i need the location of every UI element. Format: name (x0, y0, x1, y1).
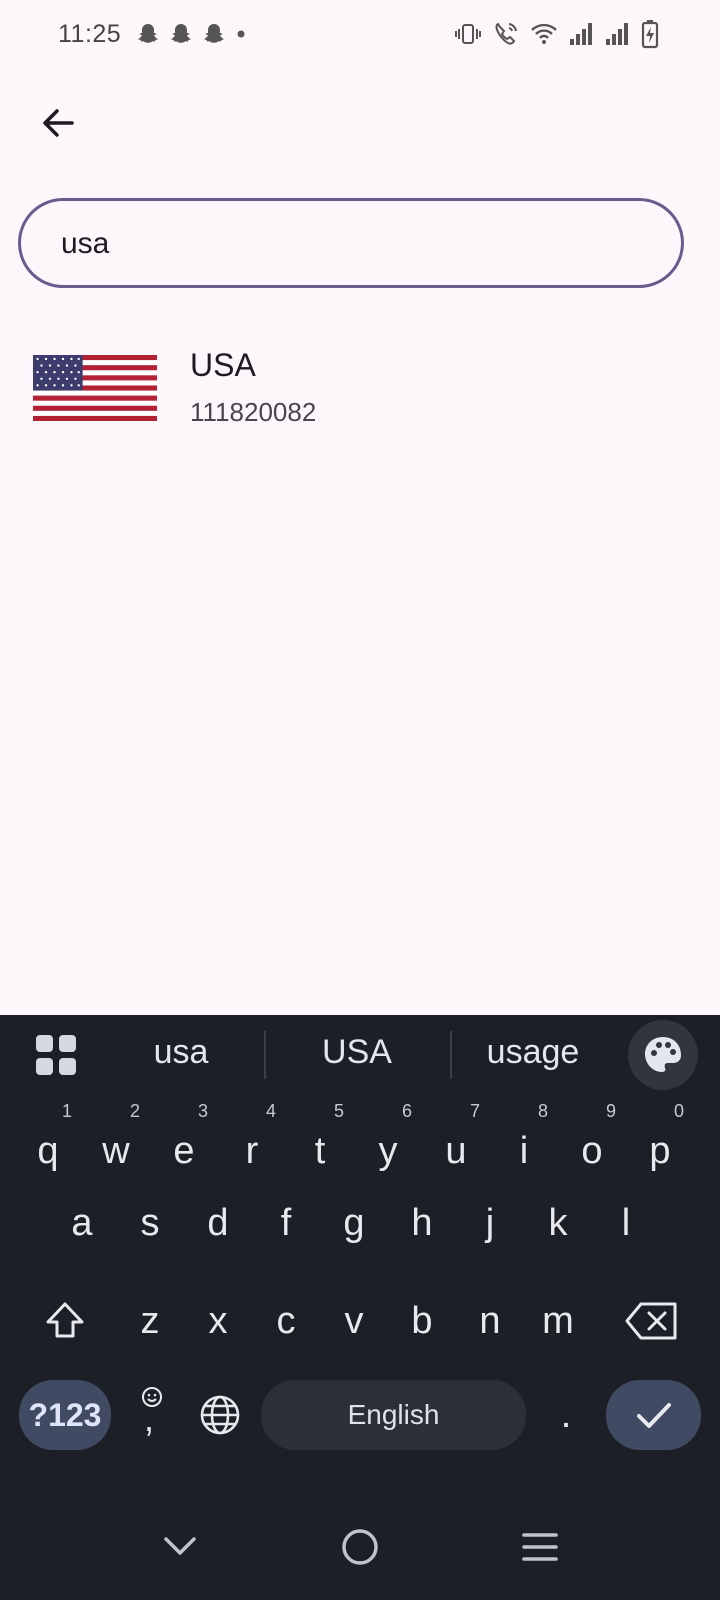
suggestion-3[interactable]: usage (448, 1033, 618, 1077)
key-x[interactable]: x (186, 1273, 250, 1369)
key-d[interactable]: d (186, 1175, 250, 1271)
key-h[interactable]: h (390, 1175, 454, 1271)
palette-icon (645, 1037, 681, 1072)
menu-icon (522, 1533, 558, 1561)
suggestion-2[interactable]: USA (272, 1033, 442, 1077)
key-hint: 1 (61, 1101, 72, 1121)
done-key[interactable] (606, 1380, 701, 1450)
key-label: t (314, 1129, 326, 1172)
key-hint: 4 (265, 1101, 276, 1121)
key-hint: 0 (673, 1101, 684, 1121)
key-f[interactable]: f (254, 1175, 318, 1271)
key-hint: 7 (469, 1101, 480, 1121)
key-label: y (378, 1129, 398, 1172)
key-a[interactable]: a (50, 1175, 114, 1271)
globe-icon (200, 1395, 240, 1435)
search-input[interactable] (59, 201, 643, 287)
signal-icon (570, 23, 592, 45)
symbols-key[interactable]: ?123 (19, 1380, 111, 1450)
space-key[interactable]: English (261, 1380, 526, 1450)
wifi-icon (531, 23, 557, 44)
dot-icon (237, 30, 245, 38)
snapchat-icon (138, 24, 158, 43)
shift-key[interactable] (30, 1273, 100, 1369)
key-label: e (173, 1129, 195, 1172)
key-hint: 6 (401, 1101, 412, 1121)
country-name: USA (190, 347, 256, 383)
home-button[interactable] (330, 1517, 390, 1577)
wifi-calling-icon (495, 22, 517, 45)
chevron-down-icon (164, 1537, 196, 1555)
emoji-comma-key[interactable]: , (122, 1380, 182, 1450)
list-item[interactable]: USA 111820082 (0, 325, 720, 445)
backspace-key[interactable] (612, 1273, 692, 1369)
key-k[interactable]: k (526, 1175, 590, 1271)
suggestion-bar: usa USA usage (0, 1015, 720, 1095)
key-m[interactable]: m (526, 1273, 590, 1369)
shift-icon (46, 1302, 84, 1338)
apps-grid-icon[interactable] (34, 1033, 78, 1077)
status-time: 11:25 (58, 20, 122, 48)
theme-button[interactable] (628, 1020, 698, 1090)
key-c[interactable]: c (254, 1273, 318, 1369)
key-hint: 3 (197, 1101, 208, 1121)
language-key[interactable] (190, 1380, 250, 1450)
notification-icons (136, 20, 247, 48)
suggestion-1[interactable]: usa (96, 1033, 266, 1077)
system-icons (454, 18, 660, 50)
key-v[interactable]: v (322, 1273, 386, 1369)
key-j[interactable]: j (458, 1175, 522, 1271)
key-g[interactable]: g (322, 1175, 386, 1271)
key-hint: 5 (333, 1101, 344, 1121)
key-s[interactable]: s (118, 1175, 182, 1271)
keyboard: usa USA usage q1 w 2 e3 r4 t5 y6 u7 i8 o9 p0 asdfg… (0, 1015, 720, 1495)
comma-label: , (144, 1398, 155, 1439)
arrow-left-icon (43, 109, 74, 137)
signal-icon (606, 23, 628, 45)
home-circle-icon (342, 1529, 378, 1565)
key-label: q (37, 1129, 59, 1172)
backspace-icon (625, 1302, 677, 1340)
snapchat-icon (171, 24, 191, 43)
battery-charging-icon (641, 20, 659, 49)
status-bar: 11:25 (0, 0, 720, 68)
key-hint: 2 (129, 1101, 140, 1121)
recents-button[interactable] (510, 1517, 570, 1577)
key-label: i (519, 1129, 529, 1172)
back-button[interactable] (30, 95, 86, 151)
key-label: u (445, 1129, 467, 1172)
key-label: o (581, 1129, 603, 1172)
check-icon (636, 1403, 671, 1428)
snapchat-icon (204, 24, 224, 43)
key-b[interactable]: b (390, 1273, 454, 1369)
us-flag-icon (33, 355, 157, 421)
key-l[interactable]: l (594, 1175, 658, 1271)
vibrate-icon (455, 24, 481, 44)
key-z[interactable]: z (118, 1273, 182, 1369)
key-hint: 8 (537, 1101, 548, 1121)
key-label: p (649, 1129, 671, 1172)
navigation-bar (0, 1495, 720, 1600)
key-label: r (245, 1129, 259, 1172)
country-number: 111820082 (190, 397, 317, 427)
divider (264, 1031, 266, 1079)
search-field[interactable] (18, 198, 684, 288)
key-hint: 9 (605, 1101, 616, 1121)
hide-keyboard-button[interactable] (150, 1517, 210, 1577)
period-key[interactable]: . (536, 1380, 596, 1450)
key-n[interactable]: n (458, 1273, 522, 1369)
key-label: w (102, 1129, 130, 1172)
